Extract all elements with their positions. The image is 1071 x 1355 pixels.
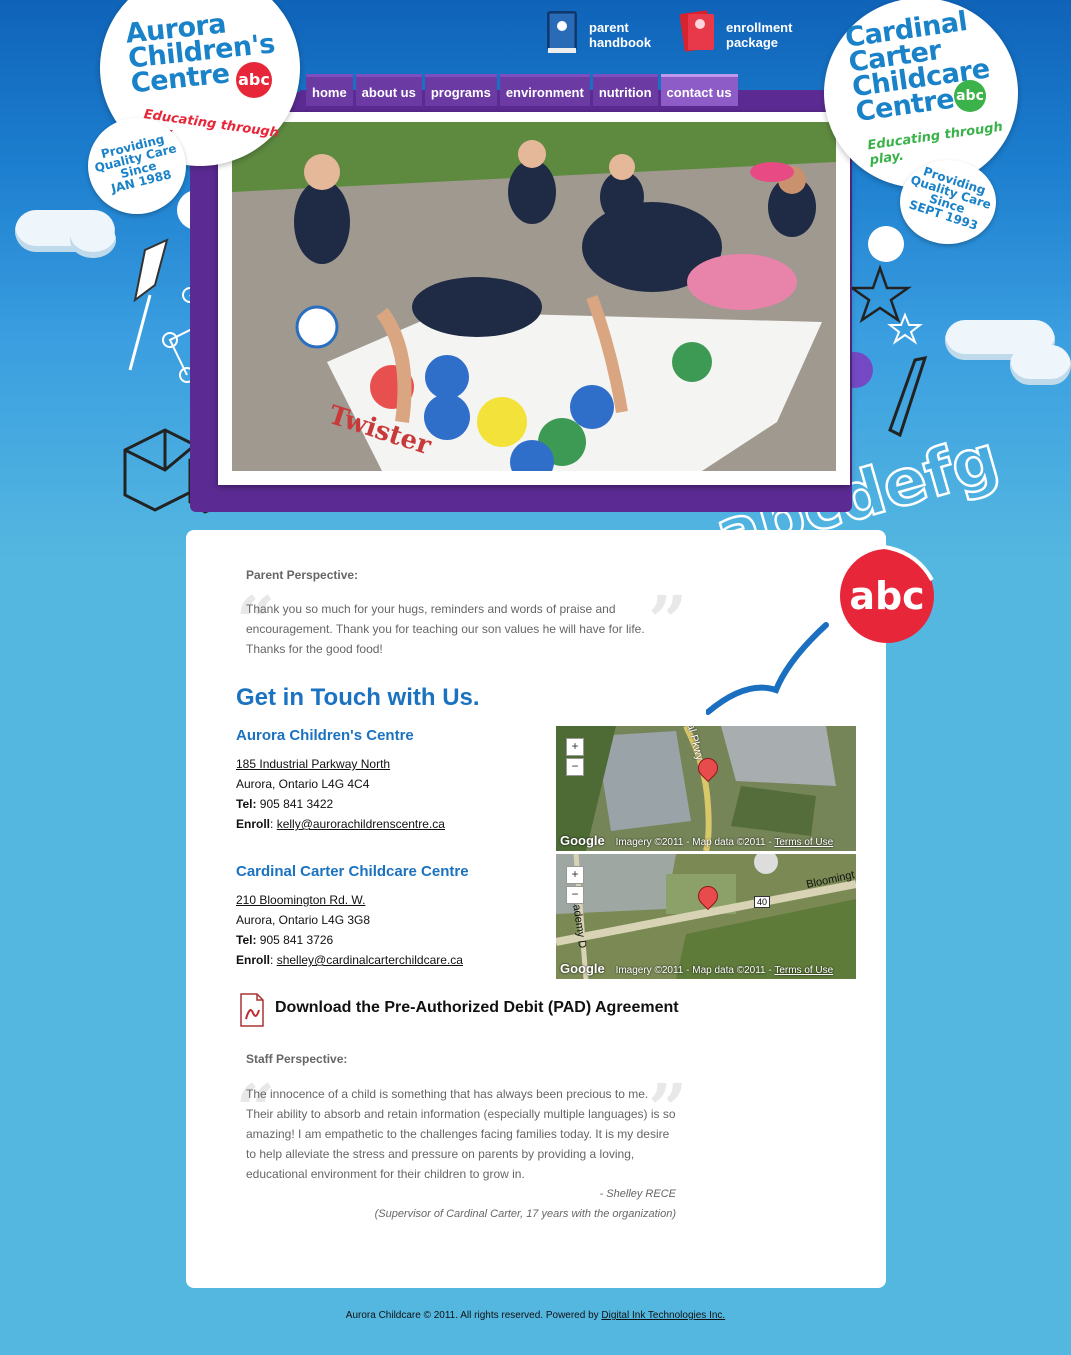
- cardinal-carter-logo[interactable]: Cardinal Carter Childcare Centre abc Edu…: [824, 0, 1018, 188]
- aurora-enroll-sep: :: [270, 817, 277, 831]
- pdf-icon[interactable]: [240, 993, 264, 1027]
- footer: Aurora Childcare © 2011. All rights rese…: [0, 1310, 1071, 1321]
- aurora-map[interactable]: al Pkwy + − Google Imagery ©2011 - Map d…: [556, 726, 856, 851]
- aurora-since-badge: Providing Quality Care Since JAN 1988: [88, 118, 186, 214]
- staff-quote-line: amazing! I am empathetic to the challeng…: [246, 1127, 670, 1141]
- staff-quote-line: Their ability to absorb and retain infor…: [246, 1107, 676, 1121]
- staff-quote: The innocence of a child is something th…: [246, 1084, 686, 1184]
- nav-about-us[interactable]: about us: [355, 74, 422, 106]
- footer-text: Aurora Childcare © 2011. All rights rese…: [345, 1310, 602, 1321]
- cardinal-abc-badge: abc: [954, 80, 986, 112]
- aurora-address-link[interactable]: 185 Industrial Parkway North: [236, 757, 390, 771]
- main-nav: home about us programs environment nutri…: [306, 72, 738, 106]
- doodle-art-right: [840, 226, 928, 438]
- cardinal-map-data: Map data ©2011: [692, 965, 766, 976]
- enrollment-package-link[interactable]: enrollment package: [678, 10, 808, 60]
- aurora-enroll-row: Enroll: kelly@aurorachildrenscentre.ca: [236, 817, 445, 831]
- zoom-out-icon[interactable]: −: [566, 886, 584, 904]
- abc-bird-decoration: [706, 544, 934, 715]
- cloud-decoration: [1010, 345, 1071, 385]
- aurora-map-imagery: Imagery ©2011: [615, 837, 684, 848]
- cardinal-city: Aurora, Ontario L4G 3G8: [236, 913, 371, 927]
- aurora-city: Aurora, Ontario L4G 4C4: [236, 777, 370, 791]
- abc-badge-large: abc: [849, 574, 925, 618]
- cardinal-enroll-sep: :: [270, 953, 277, 967]
- highway-shield-icon: 40: [754, 896, 771, 908]
- cardinal-tel: 905 841 3726: [256, 933, 334, 947]
- google-logo: Google: [560, 833, 605, 848]
- aurora-phone-row: Tel: 905 841 3422: [236, 797, 333, 811]
- staff-quote-role: (Supervisor of Cardinal Carter, 17 years…: [374, 1208, 676, 1220]
- aurora-map-sep: -: [765, 837, 775, 848]
- hero-photo-frame: Twister: [218, 112, 850, 485]
- footer-powered-by-link[interactable]: Digital Ink Technologies Inc.: [601, 1310, 725, 1321]
- cardinal-map-sep: -: [765, 965, 775, 976]
- staff-quote-line: The innocence of a child is something th…: [246, 1087, 649, 1101]
- google-logo: Google: [560, 961, 605, 976]
- staff-quote-line: educational environment for their childr…: [246, 1167, 525, 1181]
- nav-programs[interactable]: programs: [424, 74, 497, 106]
- nav-nutrition[interactable]: nutrition: [592, 74, 658, 106]
- zoom-out-icon[interactable]: −: [566, 758, 584, 776]
- aurora-location-name: Aurora Children's Centre: [236, 727, 414, 744]
- enrollment-package-line2: package: [726, 35, 779, 50]
- staff-perspective-label: Staff Perspective:: [246, 1052, 348, 1066]
- aurora-email-link[interactable]: kelly@aurorachildrenscentre.ca: [277, 817, 445, 831]
- aurora-map-footer: Google Imagery ©2011 - Map data ©2011 - …: [560, 833, 852, 848]
- parent-handbook-line2: handbook: [589, 35, 652, 50]
- cardinal-map-imagery: Imagery ©2011: [615, 965, 684, 976]
- staff-quote-line: to help alleviate the stress and pressur…: [246, 1147, 635, 1161]
- cardinal-since-badge: Providing Quality Care Since SEPT 1993: [900, 160, 996, 244]
- cardinal-enroll-label: Enroll: [236, 953, 271, 967]
- aurora-map-data: Map data ©2011: [692, 837, 766, 848]
- nav-contact-us[interactable]: contact us: [660, 74, 738, 106]
- cardinal-map-footer: Google Imagery ©2011 - Map data ©2011 - …: [560, 961, 852, 976]
- enrollment-package-line1: enrollment: [726, 20, 793, 35]
- enrollment-package-icon: [679, 10, 714, 52]
- nav-home[interactable]: home: [306, 74, 353, 106]
- parent-quote-line: encouragement. Thank you for teaching ou…: [246, 622, 645, 636]
- contact-heading: Get in Touch with Us.: [236, 684, 480, 711]
- aurora-abc-badge: abc: [236, 62, 272, 98]
- aurora-map-sep: -: [683, 837, 693, 848]
- parent-quote: Thank you so much for your hugs, reminde…: [246, 599, 686, 659]
- parent-quote-line: Thank you so much for your hugs, reminde…: [246, 602, 616, 616]
- cardinal-map-terms-link[interactable]: Terms of Use: [774, 965, 833, 976]
- pad-download-link[interactable]: Download the Pre-Authorized Debit (PAD) …: [275, 999, 679, 1017]
- zoom-in-icon[interactable]: +: [566, 738, 584, 756]
- parent-quote-line: Thanks for the good food!: [246, 642, 383, 656]
- main-content: Parent Perspective: “ ” Thank you so muc…: [186, 530, 934, 1288]
- cardinal-tel-label: Tel:: [236, 933, 257, 947]
- staff-quote-author: - Shelley RECE: [599, 1188, 676, 1200]
- cardinal-address-link[interactable]: 210 Bloomington Rd. W.: [236, 893, 365, 907]
- cardinal-map-sep: -: [683, 965, 693, 976]
- aurora-address-row: 185 Industrial Parkway North: [236, 757, 390, 771]
- cardinal-address-row: 210 Bloomington Rd. W.: [236, 893, 365, 907]
- nav-environment[interactable]: environment: [499, 74, 590, 106]
- cloud-decoration: [70, 222, 116, 258]
- hero-photo-illustration: Twister: [232, 122, 836, 471]
- cardinal-enroll-row: Enroll: shelley@cardinalcarterchildcare.…: [236, 953, 463, 967]
- aurora-tel: 905 841 3422: [256, 797, 334, 811]
- cardinal-location-name: Cardinal Carter Childcare Centre: [236, 863, 469, 880]
- aurora-tel-label: Tel:: [236, 797, 257, 811]
- handbook-icon: [547, 11, 577, 53]
- cardinal-map[interactable]: Bloomingt Academy D 40 + − Google Imager…: [556, 854, 856, 979]
- hero-photo: Twister: [232, 122, 836, 471]
- cardinal-phone-row: Tel: 905 841 3726: [236, 933, 333, 947]
- parent-handbook-line1: parent: [589, 20, 629, 35]
- aurora-map-terms-link[interactable]: Terms of Use: [774, 837, 833, 848]
- zoom-in-icon[interactable]: +: [566, 866, 584, 884]
- parent-perspective-label: Parent Perspective:: [246, 568, 359, 582]
- aurora-enroll-label: Enroll: [236, 817, 271, 831]
- cardinal-email-link[interactable]: shelley@cardinalcarterchildcare.ca: [277, 953, 463, 967]
- parent-handbook-link[interactable]: parent handbook: [545, 10, 655, 60]
